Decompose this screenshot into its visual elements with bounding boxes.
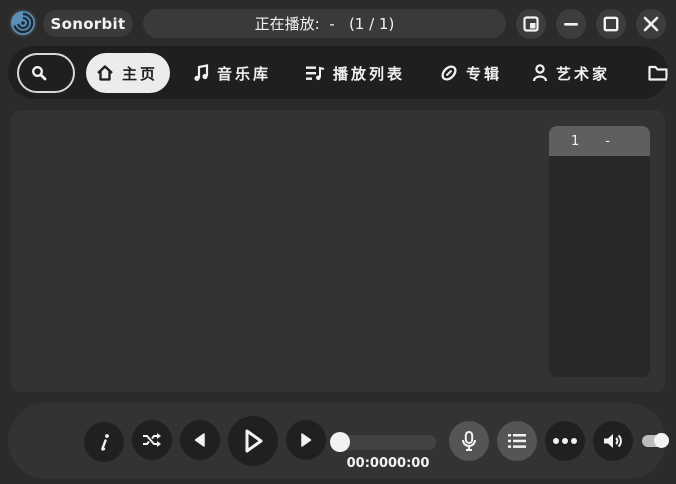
queue-item-index: 1 xyxy=(571,133,580,149)
volume-icon xyxy=(604,434,622,448)
tab-home-label: 主页 xyxy=(122,64,159,83)
previous-icon xyxy=(194,433,205,447)
swirl-logo-icon xyxy=(11,11,35,35)
person-icon xyxy=(532,64,548,82)
close-icon xyxy=(643,16,659,32)
tab-albums-label: 专辑 xyxy=(466,64,503,83)
more-icon xyxy=(553,438,577,444)
tab-playlists-label: 播放列表 xyxy=(333,64,406,83)
info-button[interactable] xyxy=(84,422,124,462)
mini-player-icon xyxy=(523,16,539,32)
volume-button[interactable] xyxy=(593,421,633,461)
search-button[interactable] xyxy=(17,53,75,93)
progress-handle[interactable] xyxy=(330,432,350,452)
shuffle-icon xyxy=(143,433,161,447)
play-queue-panel: 1 - xyxy=(549,126,650,377)
info-icon xyxy=(101,434,109,451)
search-icon xyxy=(32,66,47,81)
next-icon xyxy=(301,433,312,447)
queue-item[interactable]: 1 - xyxy=(549,126,650,156)
play-button[interactable] xyxy=(228,416,278,466)
microphone-icon xyxy=(462,431,476,451)
folder-icon xyxy=(648,65,668,81)
queue-list-icon xyxy=(508,434,526,448)
playback-time: 00:0000:00 xyxy=(346,456,430,471)
progress-track[interactable] xyxy=(338,435,436,450)
tab-folders[interactable] xyxy=(648,53,668,93)
playlist-icon xyxy=(306,66,325,81)
shuffle-button[interactable] xyxy=(132,420,172,460)
minimize-icon xyxy=(564,23,578,26)
nav-bar: 主页 音乐库 播放列表 专辑 艺术家 xyxy=(8,46,668,99)
tab-albums[interactable]: 专辑 xyxy=(440,53,502,93)
queue-button[interactable] xyxy=(497,421,537,461)
tab-library[interactable]: 音乐库 xyxy=(193,53,271,93)
maximize-button[interactable] xyxy=(596,9,626,39)
tab-library-label: 音乐库 xyxy=(217,64,272,83)
play-icon xyxy=(245,429,263,453)
next-button[interactable] xyxy=(286,420,326,460)
previous-button[interactable] xyxy=(180,420,220,460)
disc-icon xyxy=(441,65,457,81)
minimize-button[interactable] xyxy=(556,9,586,39)
volume-handle[interactable] xyxy=(654,433,669,448)
lyrics-button[interactable] xyxy=(449,421,489,461)
home-icon xyxy=(97,65,113,81)
maximize-icon xyxy=(603,16,619,32)
now-playing-status: 正在播放: - (1 / 1) xyxy=(143,9,506,38)
app-logo xyxy=(9,9,37,37)
mini-player-button[interactable] xyxy=(516,9,546,39)
music-note-icon xyxy=(194,64,209,81)
queue-item-title: - xyxy=(605,133,610,149)
close-button[interactable] xyxy=(636,9,666,39)
tab-home[interactable]: 主页 xyxy=(86,53,171,93)
more-button[interactable] xyxy=(545,421,585,461)
tab-playlists[interactable]: 播放列表 xyxy=(305,53,405,93)
tab-artists-label: 艺术家 xyxy=(556,64,611,83)
app-name: Sonorbit xyxy=(43,10,133,37)
tab-artists[interactable]: 艺术家 xyxy=(532,53,610,93)
